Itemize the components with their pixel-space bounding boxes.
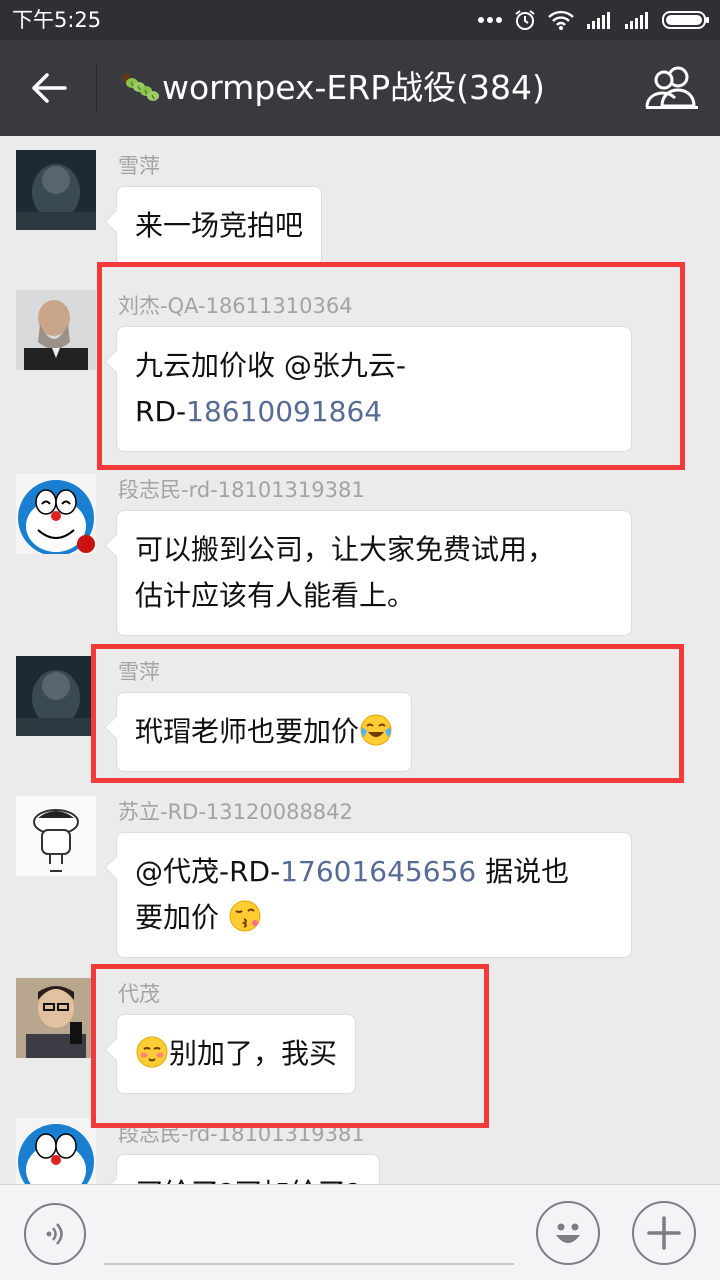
group-members-icon [645,66,698,109]
kissing-emoji-icon [229,900,261,932]
phone-link[interactable]: 17601645656 [280,855,476,888]
sender-name: 雪萍 [118,154,160,178]
sender-avatar[interactable] [16,290,96,370]
more-dots-icon [478,17,502,23]
message-text-line: 要加价 [135,895,613,941]
message-text: 来一场竞拍吧 [135,209,304,242]
battery-icon [662,11,709,29]
wifi-icon [548,10,574,30]
message-text-line: @代茂-RD-17601645656 据说也 [135,849,613,895]
message-text: 据说也 [476,855,570,888]
status-bar: 下午5:25 [0,0,720,40]
signal-icon [625,12,648,29]
alarm-icon [515,10,535,30]
highlight-box [91,964,489,1128]
input-bar [0,1184,720,1280]
status-icons [478,8,710,32]
sender-name: 苏立-RD-13120088842 [118,800,353,824]
group-members-button[interactable] [642,62,702,114]
caterpillar-icon [121,73,159,101]
message-bubble[interactable]: 来一场竞拍吧 [116,186,323,266]
message-bubble[interactable]: 可以搬到公司，让大家免费试用， 估计应该有人能看上。 [116,510,632,636]
sender-avatar[interactable] [16,150,96,230]
sender-avatar[interactable] [16,978,96,1058]
sender-name: 段志民-rd-18101319381 [118,478,365,502]
voice-input-button[interactable] [24,1203,86,1265]
plus-icon [647,1216,681,1250]
title-divider [96,64,97,112]
chat-title: wormpex-ERP战役(384) [162,68,545,107]
message-text: 估计应该有人能看上。 [135,579,416,612]
sender-avatar[interactable] [16,656,96,736]
back-button[interactable] [22,64,76,112]
voice-icon [46,1223,63,1245]
sender-avatar[interactable] [16,474,96,554]
smiley-face-icon [556,1223,580,1243]
message-input[interactable] [104,1201,514,1265]
mention-text: @代茂-RD- [135,855,281,888]
highlight-box [97,262,685,470]
highlight-box [91,644,684,783]
title-bar: wormpex-ERP战役(384) [0,40,720,136]
back-arrow-icon [32,73,67,103]
sender-avatar[interactable] [16,796,96,876]
chat-title-area: wormpex-ERP战役(384) [120,66,545,110]
status-time: 下午5:25 [12,8,102,32]
emoji-button[interactable] [536,1201,600,1265]
more-options-button[interactable] [632,1201,696,1265]
signal-icon [587,12,610,29]
message-bubble[interactable]: @代茂-RD-17601645656 据说也 要加价 [116,832,632,958]
message-text: 要加价 [135,901,228,934]
message-text: 可以搬到公司，让大家免费试用， [135,533,556,566]
